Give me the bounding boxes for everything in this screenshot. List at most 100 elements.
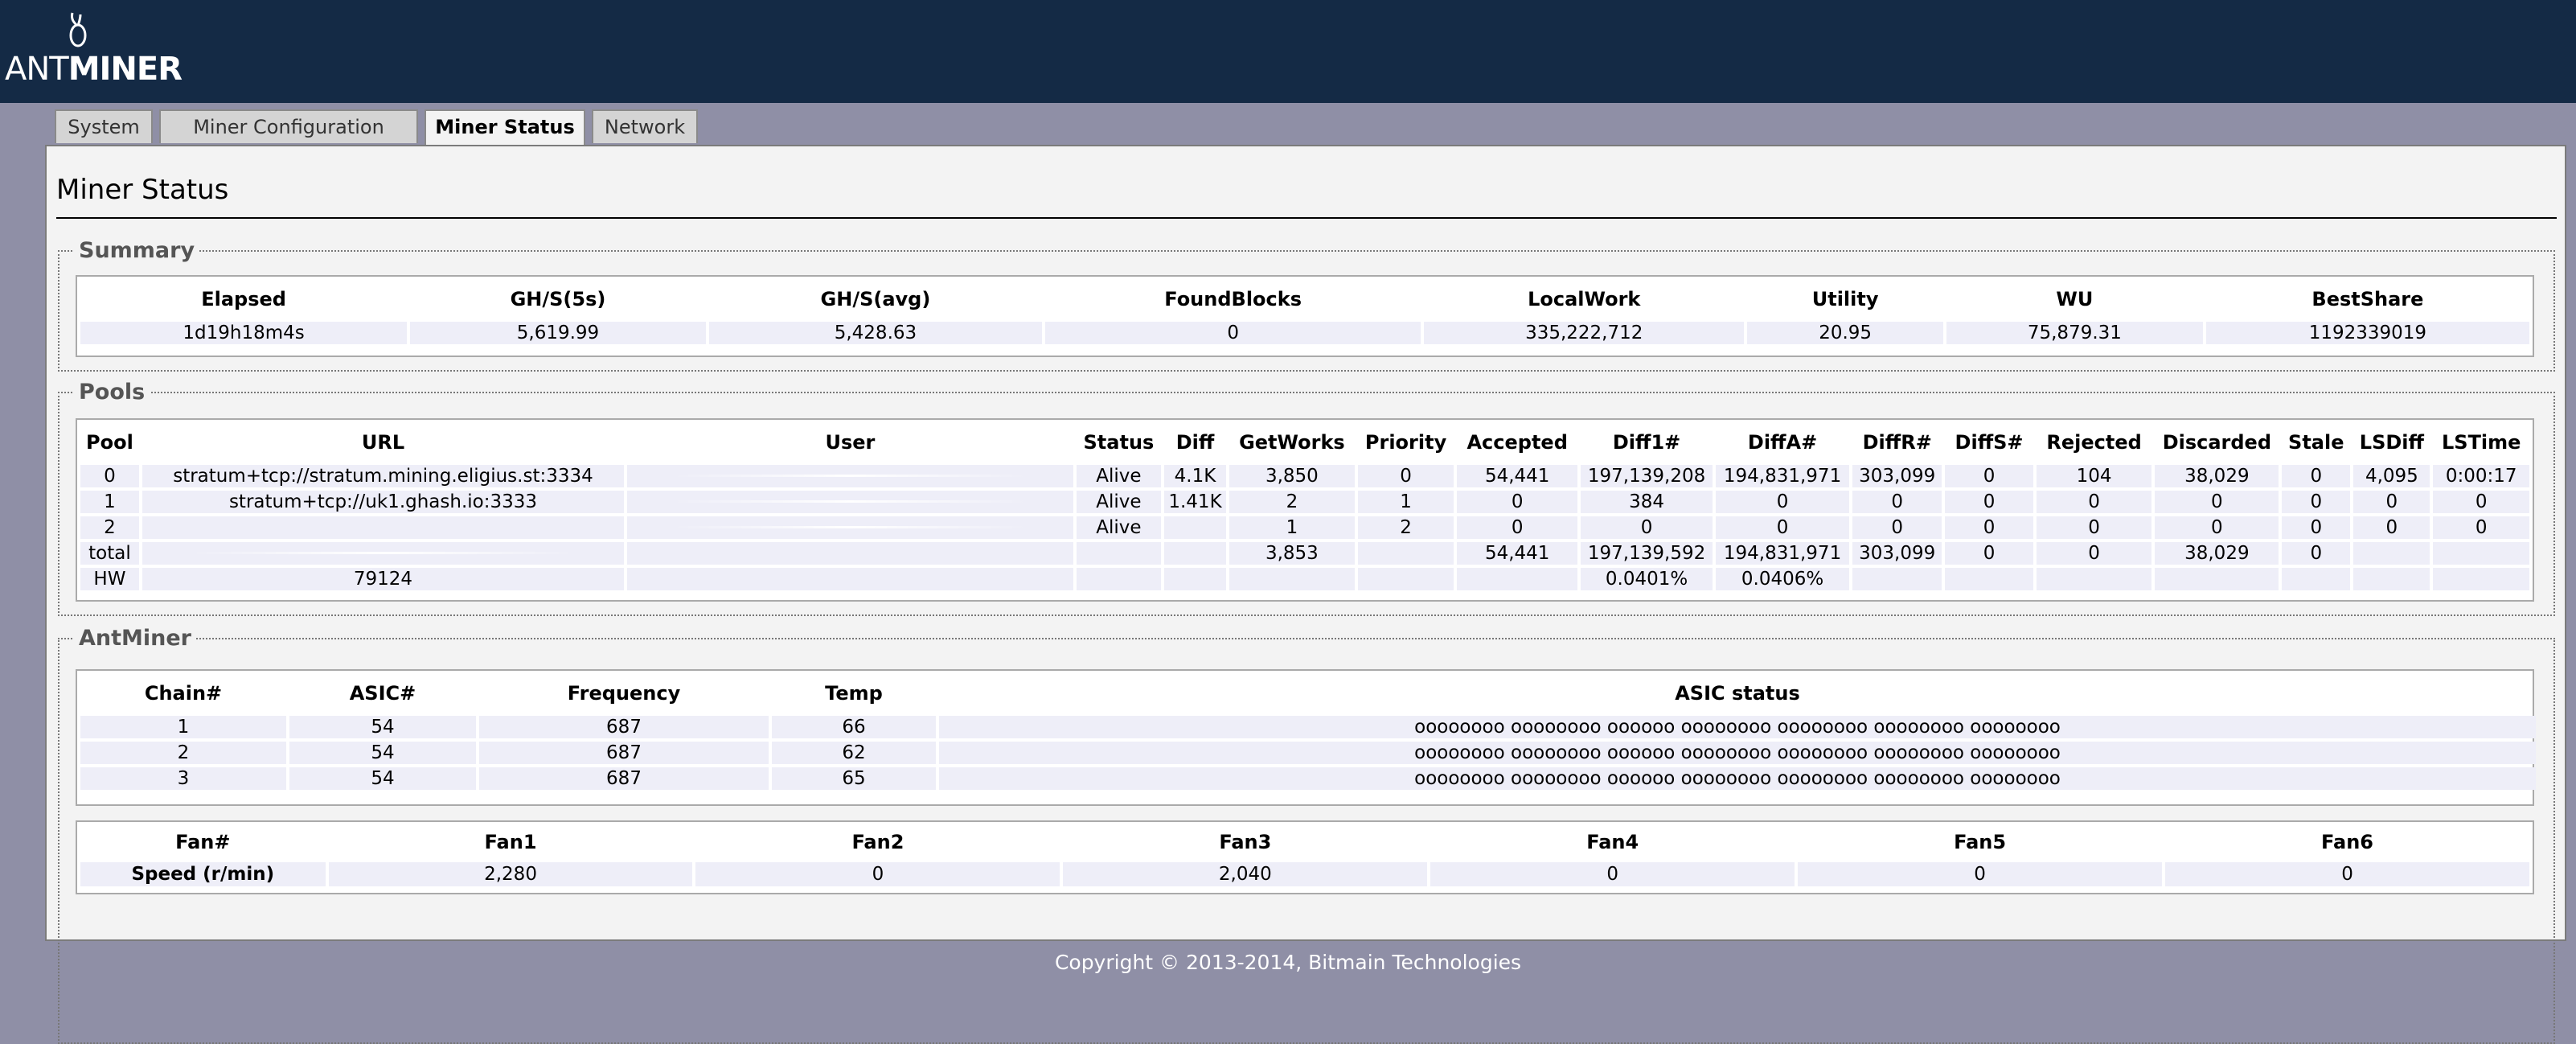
chain-table: Chain# ASIC# Frequency Temp ASIC status 1 54 6… xyxy=(77,671,2539,793)
pools-header: Status xyxy=(1083,431,1155,454)
pool-cell: 0 xyxy=(1716,491,1850,513)
pool-cell xyxy=(142,516,625,539)
pool-cell: 0 xyxy=(2036,542,2152,565)
summary-header: GH/S(avg) xyxy=(820,288,931,310)
pool-cell: 0 xyxy=(2155,491,2279,513)
chain-cell: 687 xyxy=(479,767,769,790)
fan-header: Fan5 xyxy=(1954,831,2007,853)
pools-header: User xyxy=(825,431,876,454)
summary-value-row: 1d19h18m4s 5,619.99 5,428.63 0 335,222,7… xyxy=(80,322,2529,344)
pool-cell xyxy=(1229,568,1355,590)
pool-cell: 194,831,971 xyxy=(1716,465,1850,487)
pool-cell: 1 xyxy=(1229,516,1355,539)
fan-header: Fan4 xyxy=(1586,831,1639,853)
tab-system[interactable]: System xyxy=(55,109,153,143)
header-bar: ANTMINER xyxy=(0,0,2576,103)
pool-cell xyxy=(627,516,1073,539)
pool-cell: 0.0401% xyxy=(1581,568,1713,590)
pool-cell xyxy=(142,542,625,565)
pool-cell: 0 xyxy=(1945,516,2033,539)
pool-cell: 1.41K xyxy=(1164,491,1226,513)
pool-cell: 0 xyxy=(1716,516,1850,539)
pool-cell xyxy=(1164,516,1226,539)
pool-cell: 0 xyxy=(2036,516,2152,539)
pools-table: Pool URL User Status Diff GetWorks Priority Acc… xyxy=(77,420,2533,594)
pool-cell: 0:00:17 xyxy=(2433,465,2529,487)
content-panel: Miner Status Summary Elapsed GH/S(5s) GH… xyxy=(45,145,2566,1044)
fan-row-label: Speed (r/min) xyxy=(80,862,326,886)
pool-cell: 0 xyxy=(2353,516,2430,539)
pool-cell xyxy=(2282,568,2351,590)
fan-header: Fan# xyxy=(175,831,231,853)
summary-header: Elapsed xyxy=(201,288,286,310)
summary-header: LocalWork xyxy=(1528,288,1641,310)
chain-cell: 54 xyxy=(289,767,476,790)
pool-cell xyxy=(1164,542,1226,565)
pools-header: LSDiff xyxy=(2359,431,2424,454)
pool-cell: Alive xyxy=(1076,491,1162,513)
pool-cell: 0 xyxy=(2036,491,2152,513)
pool-cell: 79124 xyxy=(142,568,625,590)
pool-cell: 0 xyxy=(1357,465,1454,487)
chain-header-row: Chain# ASIC# Frequency Temp ASIC status xyxy=(80,674,2536,713)
antminer-logo: ANTMINER xyxy=(5,11,183,88)
pool-cell: 0 xyxy=(1945,465,2033,487)
tab-miner-status[interactable]: Miner Status xyxy=(425,109,585,146)
pool-cell: 0 xyxy=(1581,516,1713,539)
pool-cell: 0 xyxy=(2282,516,2351,539)
pool-cell xyxy=(1164,568,1226,590)
pool-cell: 197,139,208 xyxy=(1581,465,1713,487)
pool-cell: 0 xyxy=(2282,491,2351,513)
fan-header: Fan3 xyxy=(1219,831,1272,853)
pools-box: Pool URL User Status Diff GetWorks Priority Acc… xyxy=(76,418,2534,602)
chain-cell: 1 xyxy=(80,716,286,738)
fan-box: Fan# Fan1 Fan2 Fan3 Fan4 Fan5 Fan6 Speed… xyxy=(76,820,2534,894)
summary-header: WU xyxy=(2056,288,2094,310)
fan-speed: 0 xyxy=(2165,862,2529,886)
chain-cell: 687 xyxy=(479,742,769,764)
summary-value: 75,879.31 xyxy=(1946,322,2203,344)
pool-cell: 0 xyxy=(2353,491,2430,513)
fan-speed: 2,040 xyxy=(1063,862,1428,886)
fan-header: Fan1 xyxy=(484,831,537,853)
tab-network[interactable]: Network xyxy=(592,109,698,143)
chain-cell: 687 xyxy=(479,716,769,738)
pool-cell xyxy=(2433,568,2529,590)
pool-cell: 104 xyxy=(2036,465,2152,487)
pool-cell: 1 xyxy=(80,491,139,513)
summary-header-row: Elapsed GH/S(5s) GH/S(avg) FoundBlocks L… xyxy=(80,280,2529,319)
pool-row: 1 stratum+tcp://uk1.ghash.io:3333 Alive 1.4… xyxy=(80,491,2529,513)
pool-cell: 54,441 xyxy=(1457,465,1578,487)
chain-header: ASIC status xyxy=(1675,682,1800,705)
pools-header: Diff1# xyxy=(1612,431,1681,454)
asic-status-cell: oooooooo oooooooo oooooo oooooooo oooooo… xyxy=(939,716,2536,738)
pool-cell xyxy=(627,568,1073,590)
summary-value: 20.95 xyxy=(1747,322,1943,344)
pool-cell: 0 xyxy=(1945,542,2033,565)
tab-miner-configuration[interactable]: Miner Configuration xyxy=(159,109,418,143)
fan-speed: 0 xyxy=(1430,862,1795,886)
fan-speed: 0 xyxy=(1798,862,2163,886)
pool-cell: 0 xyxy=(1852,516,1942,539)
pools-header: LSTime xyxy=(2441,431,2521,454)
pool-cell: 384 xyxy=(1581,491,1713,513)
pools-header: DiffR# xyxy=(1862,431,1932,454)
chain-header: Chain# xyxy=(144,682,223,705)
pools-header-row: Pool URL User Status Diff GetWorks Priority Acc… xyxy=(80,423,2529,462)
chain-cell: 66 xyxy=(772,716,936,738)
pool-cell xyxy=(1852,568,1942,590)
fan-header: Fan2 xyxy=(851,831,904,853)
summary-header: BestShare xyxy=(2311,288,2424,310)
pool-cell: 0 xyxy=(1945,491,2033,513)
pool-cell: stratum+tcp://stratum.mining.eligius.st:… xyxy=(142,465,625,487)
chain-header: Frequency xyxy=(567,682,681,705)
logo-text: ANTMINER xyxy=(5,53,183,85)
chain-row: 3 54 687 65 oooooooo oooooooo oooooo ooooooo… xyxy=(80,767,2536,790)
summary-value: 5,428.63 xyxy=(708,322,1043,344)
pool-cell: 0 xyxy=(2155,516,2279,539)
pool-cell: 303,099 xyxy=(1852,465,1942,487)
pools-legend: Pools xyxy=(79,380,146,405)
pool-cell: 0 xyxy=(2433,491,2529,513)
pools-header: DiffA# xyxy=(1747,431,1818,454)
chain-cell: 65 xyxy=(772,767,936,790)
